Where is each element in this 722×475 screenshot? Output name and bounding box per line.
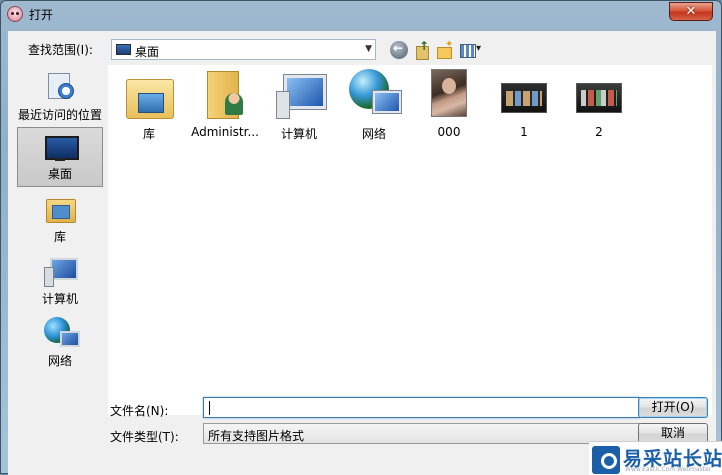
- file-label: 2: [595, 125, 603, 139]
- screenshot-thumbnail: [501, 83, 547, 113]
- open-button[interactable]: 打开(O): [638, 397, 708, 418]
- file-label: 库: [142, 127, 155, 141]
- dialog-client-area: 查找范围(I): 桌面 ▼ 最近访问的位置 桌面 库 计: [8, 31, 716, 475]
- watermark-logo-icon: [592, 446, 620, 474]
- place-network[interactable]: 网络: [17, 313, 103, 373]
- file-item-000[interactable]: 000: [412, 69, 486, 141]
- file-item-1[interactable]: 1: [487, 69, 561, 141]
- file-item-2[interactable]: 2: [562, 69, 636, 141]
- filetype-label: 文件类型(T):: [110, 430, 179, 444]
- look-in-label: 查找范围(I):: [28, 43, 93, 57]
- file-item-libraries[interactable]: 库: [112, 69, 186, 141]
- screenshot-thumbnail: [576, 83, 622, 113]
- desktop-icon: [116, 44, 131, 55]
- place-label: 库: [53, 230, 66, 244]
- file-label: 000: [437, 125, 461, 139]
- file-label: 网络: [361, 127, 386, 141]
- file-item-network[interactable]: 网络: [337, 69, 411, 141]
- network-icon: [44, 317, 80, 347]
- photo-thumbnail: [431, 69, 467, 117]
- place-computer[interactable]: 计算机: [17, 251, 103, 311]
- recent-places-icon: [44, 71, 76, 101]
- open-dialog-window: 打开 ✕ 查找范围(I): 桌面 ▼ 最近访问的位置 桌面 库: [0, 0, 722, 475]
- title-bar[interactable]: 打开 ✕: [1, 1, 721, 27]
- filetype-dropdown[interactable]: 所有支持图片格式: [203, 423, 640, 444]
- look-in-value: 桌面: [135, 45, 160, 59]
- file-item-administrator[interactable]: Administr...: [188, 69, 262, 141]
- view-menu-icon[interactable]: [460, 41, 486, 59]
- window-title: 打开: [29, 8, 54, 22]
- computer-icon: [44, 255, 78, 287]
- chevron-down-icon[interactable]: ▼: [365, 44, 372, 54]
- place-label: 网络: [47, 354, 72, 368]
- look-in-dropdown[interactable]: 桌面 ▼: [111, 39, 376, 60]
- place-label: 计算机: [41, 292, 78, 306]
- up-folder-icon[interactable]: [413, 39, 431, 60]
- desktop-icon: [44, 132, 79, 162]
- place-libraries[interactable]: 库: [17, 189, 103, 249]
- computer-icon: [276, 73, 326, 119]
- watermark-subtext: Www.Easck.Com Webmaster: [625, 466, 712, 473]
- place-label: 最近访问的位置: [17, 108, 102, 122]
- filename-label: 文件名(N):: [110, 404, 169, 418]
- file-label: 1: [520, 125, 528, 139]
- places-bar: 最近访问的位置 桌面 库 计算机 网络: [11, 65, 108, 368]
- app-icon: [7, 6, 23, 22]
- libraries-folder-icon: [126, 73, 174, 119]
- filename-input[interactable]: [203, 397, 640, 418]
- text-caret: [209, 401, 210, 415]
- new-folder-icon[interactable]: [436, 39, 454, 59]
- libraries-icon: [44, 193, 76, 223]
- file-item-computer[interactable]: 计算机: [262, 69, 336, 141]
- site-watermark: 易采站长站 Www.Easck.Com Webmaster: [589, 441, 722, 475]
- place-recent[interactable]: 最近访问的位置: [17, 67, 103, 127]
- file-label: 计算机: [280, 127, 317, 141]
- place-label: 桌面: [47, 167, 72, 181]
- back-icon[interactable]: [390, 41, 408, 59]
- network-icon: [349, 69, 401, 119]
- place-desktop[interactable]: 桌面: [17, 127, 103, 187]
- filetype-value: 所有支持图片格式: [208, 429, 305, 443]
- user-folder-icon: [205, 71, 245, 119]
- file-list[interactable]: 库 Administr... 计算机 网络 000 1 2: [108, 65, 712, 415]
- close-button[interactable]: ✕: [669, 2, 713, 21]
